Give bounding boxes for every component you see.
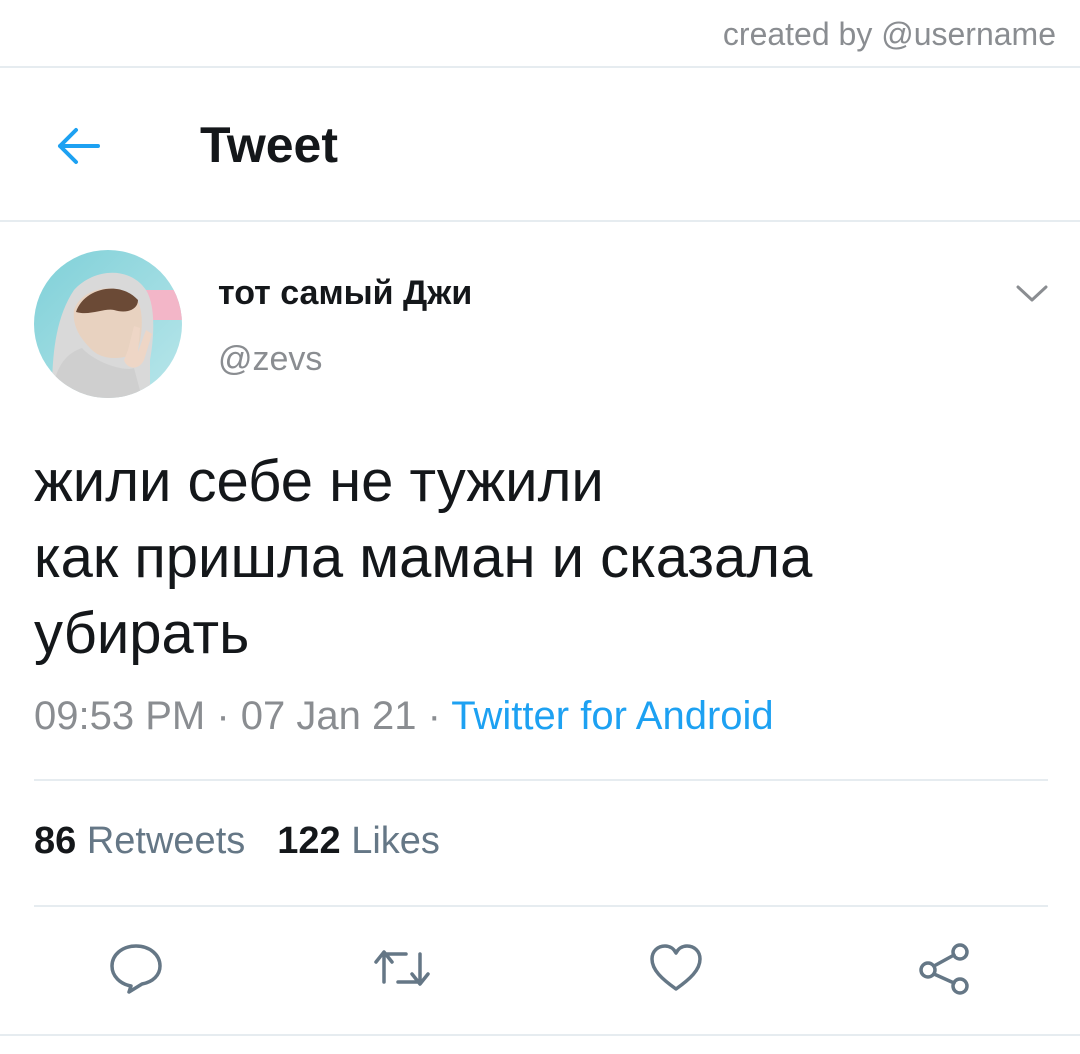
tweet-time: 09:53 PM xyxy=(34,694,206,738)
retweets-count: 86 xyxy=(34,820,77,862)
reply-icon xyxy=(110,944,162,994)
tweet-stats: 86 Retweets 122 Likes xyxy=(34,820,440,863)
meta-divider xyxy=(34,779,1048,781)
author-handle[interactable]: @zevs xyxy=(218,340,322,379)
more-options-button[interactable] xyxy=(1010,276,1054,312)
tweet-source-link[interactable]: Twitter for Android xyxy=(451,694,773,738)
arrow-left-icon xyxy=(58,128,100,164)
likes-stat[interactable]: 122 Likes xyxy=(277,820,440,862)
share-icon xyxy=(919,943,969,995)
tweet-date: 07 Jan 21 xyxy=(240,694,417,738)
page-title: Tweet xyxy=(200,117,338,173)
retweet-icon xyxy=(374,950,430,986)
stats-divider xyxy=(34,905,1048,907)
tweet-meta: 09:53 PM · 07 Jan 21 · Twitter for Andro… xyxy=(34,694,774,739)
reply-button[interactable] xyxy=(106,938,166,998)
share-button[interactable] xyxy=(914,938,974,998)
tweet-text-line: убирать xyxy=(34,601,250,666)
meta-separator: · xyxy=(416,694,452,738)
avatar[interactable] xyxy=(34,250,182,398)
heart-icon xyxy=(650,944,702,991)
tweet-header: Tweet xyxy=(0,68,1080,222)
header-divider xyxy=(0,220,1080,222)
bottom-divider xyxy=(0,1034,1080,1036)
tweet-text-line: жили себе не тужили xyxy=(34,449,604,514)
meta-separator: · xyxy=(205,694,241,738)
tweet-text-line: как пришла маман и сказала xyxy=(34,525,813,590)
retweet-button[interactable] xyxy=(372,938,432,998)
like-button[interactable] xyxy=(646,938,706,998)
tweet-text: жили себе не тужили как пришла маман и с… xyxy=(34,444,1034,672)
retweets-label: Retweets xyxy=(86,820,246,862)
chevron-down-icon xyxy=(1016,285,1048,302)
retweets-stat[interactable]: 86 Retweets xyxy=(34,820,245,862)
back-button[interactable] xyxy=(46,118,110,174)
avatar-image xyxy=(34,250,182,398)
likes-count: 122 xyxy=(277,820,341,862)
author-display-name[interactable]: тот самый Джи xyxy=(218,274,472,313)
likes-label: Likes xyxy=(351,820,440,862)
created-by-credit: created by @username xyxy=(722,16,1056,52)
